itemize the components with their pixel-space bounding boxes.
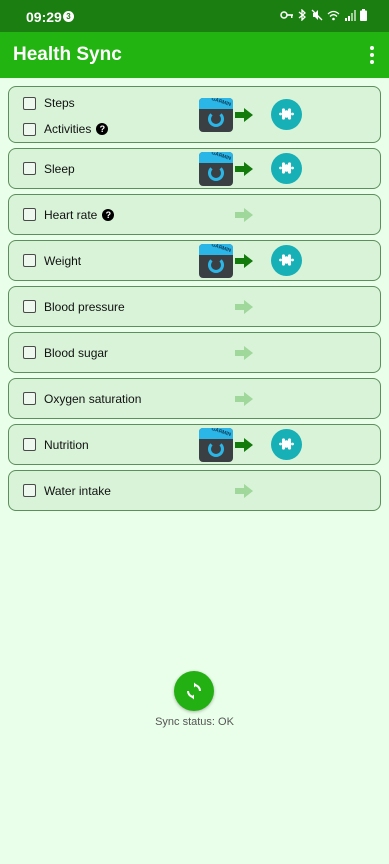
app-title: Health Sync <box>13 44 122 65</box>
data-type-item[interactable]: Blood pressure <box>23 298 125 316</box>
data-type-item[interactable]: Weight <box>23 252 81 270</box>
sync-icon <box>187 682 201 700</box>
data-type-label: Water intake <box>44 483 111 498</box>
sync-direction-arrow-icon <box>235 161 253 176</box>
data-type-label: Nutrition <box>44 437 89 452</box>
data-type-item[interactable]: Blood sugar <box>23 344 108 362</box>
fitbit-icon <box>271 99 302 130</box>
help-icon[interactable]: ? <box>102 208 115 221</box>
data-type-list: Steps Activities? GARMIN Sleep GARMIN Heart r… <box>8 86 381 516</box>
garmin-ring <box>208 110 224 127</box>
fitbit-icon <box>271 245 302 276</box>
checkbox[interactable] <box>23 438 36 451</box>
checkbox[interactable] <box>23 122 36 136</box>
sync-direction-arrow-icon <box>235 437 253 452</box>
garmin-connect-icon: GARMIN <box>199 427 233 462</box>
checkbox[interactable] <box>23 484 36 497</box>
data-type-label: Oxygen saturation <box>44 391 142 406</box>
sync-direction-arrow-icon <box>235 207 253 222</box>
sync-direction-arrow-icon <box>235 391 253 406</box>
status-bar: 09:29 3 <box>0 0 389 32</box>
data-type-label: Heart rate <box>44 207 98 222</box>
help-icon[interactable]: ? <box>96 123 109 135</box>
data-type-label: Activities <box>44 122 92 136</box>
checkbox[interactable] <box>23 162 36 175</box>
data-type-label: Blood pressure <box>44 299 125 314</box>
checkbox[interactable] <box>23 208 36 221</box>
data-type-row: Steps Activities? GARMIN <box>8 86 381 143</box>
wifi-icon <box>327 10 340 20</box>
sync-direction-arrow-icon <box>235 253 253 268</box>
fitbit-dots <box>279 438 294 450</box>
data-type-item[interactable]: Oxygen saturation <box>23 390 141 408</box>
data-type-row: Blood pressure <box>8 286 381 327</box>
app-bar: Health Sync <box>0 32 389 78</box>
garmin-ring <box>208 256 224 273</box>
fitbit-icon <box>271 429 302 460</box>
bluetooth-icon <box>298 9 306 21</box>
data-type-row: Nutrition GARMIN <box>8 424 381 465</box>
sync-direction-arrow-icon <box>235 107 253 122</box>
data-type-row: Sleep GARMIN <box>8 148 381 189</box>
data-type-row: Water intake <box>8 470 381 511</box>
garmin-ring <box>208 440 224 457</box>
data-type-item[interactable]: Nutrition <box>23 436 89 454</box>
battery-icon <box>360 9 367 21</box>
garmin-ring <box>208 164 224 181</box>
data-type-row: Weight GARMIN <box>8 240 381 281</box>
data-type-label: Sleep <box>44 161 75 176</box>
data-type-item[interactable]: Activities? <box>23 120 109 138</box>
data-type-label: Blood sugar <box>44 345 109 360</box>
data-type-row: Blood sugar <box>8 332 381 373</box>
overflow-menu-icon[interactable] <box>369 46 375 64</box>
sync-button[interactable] <box>174 671 214 711</box>
checkbox[interactable] <box>23 346 36 359</box>
checkbox[interactable] <box>23 300 36 313</box>
data-type-item[interactable]: Steps <box>23 94 75 112</box>
garmin-connect-icon: GARMIN <box>199 97 233 132</box>
checkbox[interactable] <box>23 392 36 405</box>
checkbox[interactable] <box>23 96 36 110</box>
data-type-row: Heart rate? <box>8 194 381 235</box>
checkbox[interactable] <box>23 254 36 267</box>
garmin-connect-icon: GARMIN <box>199 151 233 186</box>
clock: 09:29 <box>26 9 62 25</box>
data-type-item[interactable]: Heart rate? <box>23 206 115 224</box>
data-type-item[interactable]: Water intake <box>23 482 111 500</box>
notification-badge: 3 <box>63 11 74 22</box>
data-type-row: Oxygen saturation <box>8 378 381 419</box>
signal-icon <box>345 9 356 21</box>
fitbit-dots <box>279 254 294 266</box>
sync-status: Sync status: OK <box>155 716 234 728</box>
garmin-connect-icon: GARMIN <box>199 243 233 278</box>
key-icon <box>280 11 293 19</box>
data-type-label: Steps <box>44 96 75 110</box>
sync-direction-arrow-icon <box>235 345 253 360</box>
data-type-label: Weight <box>44 253 82 268</box>
sync-direction-arrow-icon <box>235 299 253 314</box>
data-type-item[interactable]: Sleep <box>23 160 75 178</box>
sync-direction-arrow-icon <box>235 483 253 498</box>
fitbit-icon <box>271 153 302 184</box>
fitbit-dots <box>279 108 294 120</box>
status-icons <box>280 9 367 21</box>
fitbit-dots <box>279 162 294 174</box>
mute-icon <box>311 9 323 21</box>
